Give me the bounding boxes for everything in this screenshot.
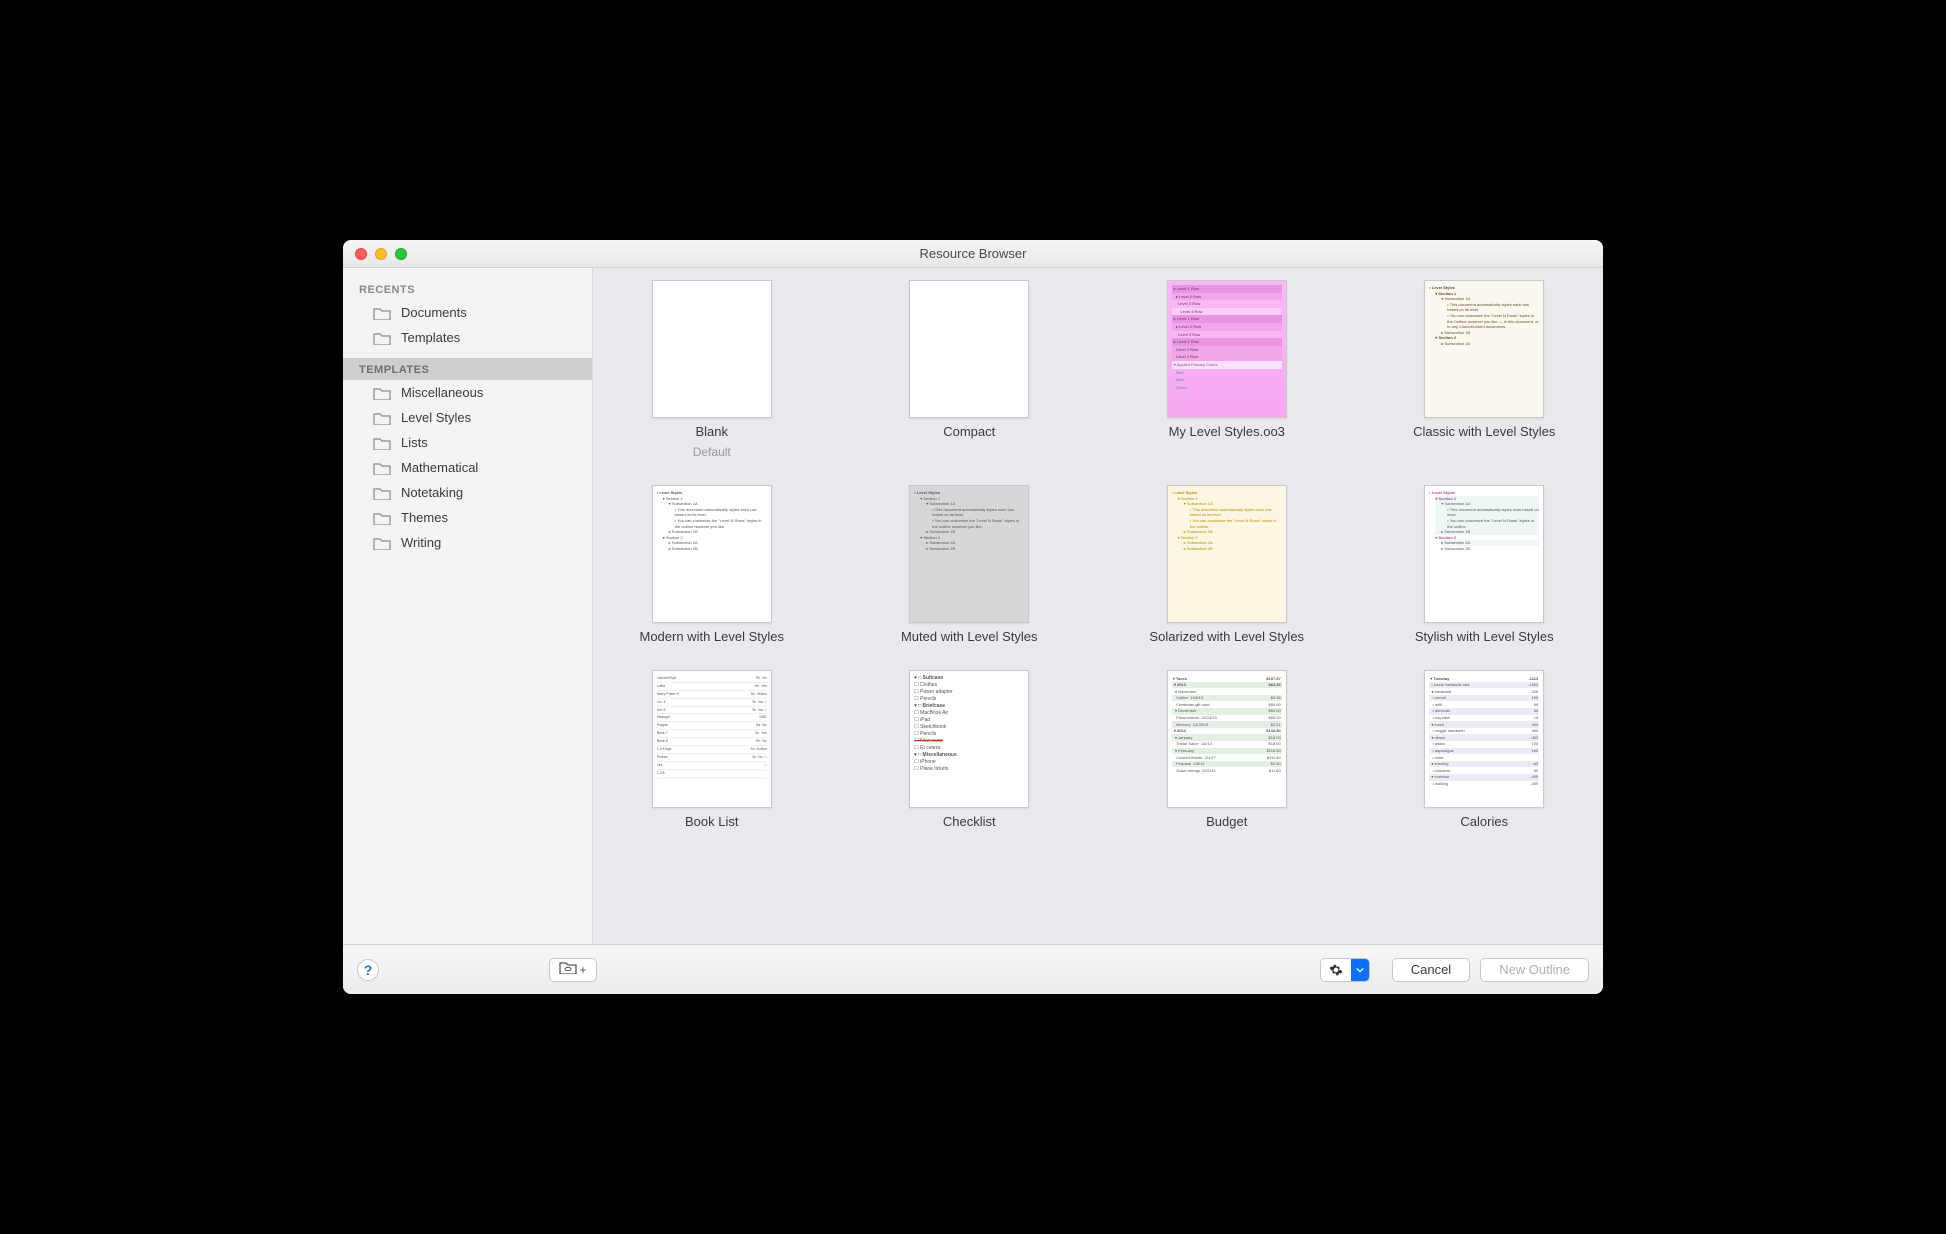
add-linked-folder-button[interactable]: +	[549, 958, 597, 982]
sidebar-item-level-styles[interactable]: Level Styles	[343, 405, 592, 430]
gear-icon	[1321, 959, 1351, 981]
template-label: Blank	[695, 424, 728, 439]
sidebar-item-label: Miscellaneous	[401, 385, 483, 400]
template-thumbnail: ▾ Taxes$197.87 ▾ 2013$63.36 ▾ November C…	[1167, 670, 1287, 808]
template-thumbnail: • Level Styles ▾ Section 1 ▾ Subsection …	[909, 485, 1029, 623]
template-book-list[interactable]: Catcher/RyePb No LolitaHc Yes Harry Pott…	[613, 670, 811, 829]
template-compact[interactable]: Compact	[871, 280, 1069, 459]
template-thumbnail: ▸ Level 1 Row ▸ Level 2 Row Level 3 Row …	[1167, 280, 1287, 418]
sidebar-item-themes[interactable]: Themes	[343, 505, 592, 530]
sidebar-item-label: Writing	[401, 535, 441, 550]
template-modern-level-styles[interactable]: • Level Styles ▾ Section 1 ▾ Subsection …	[613, 485, 811, 644]
folder-icon	[373, 331, 391, 345]
template-thumbnail: Catcher/RyePb No LolitaHc Yes Harry Pott…	[652, 670, 772, 808]
sidebar-item-notetaking[interactable]: Notetaking	[343, 480, 592, 505]
template-budget[interactable]: ▾ Taxes$197.87 ▾ 2013$63.36 ▾ November C…	[1128, 670, 1326, 829]
zoom-window-button[interactable]	[395, 248, 407, 260]
folder-icon	[373, 411, 391, 425]
template-thumbnail: ▾ Tuesday-1113 • basal metabolic rate-18…	[1424, 670, 1544, 808]
template-label: Compact	[943, 424, 995, 439]
window-title: Resource Browser	[343, 246, 1603, 261]
sidebar-section-templates[interactable]: TEMPLATES	[343, 358, 592, 380]
template-thumbnail	[652, 280, 772, 418]
sidebar: RECENTS Documents Templates TEMPLATES Mi…	[343, 268, 593, 944]
sidebar-item-templates-recent[interactable]: Templates	[343, 325, 592, 350]
folder-icon	[373, 486, 391, 500]
sidebar-section-recents[interactable]: RECENTS	[343, 278, 592, 300]
sidebar-item-label: Mathematical	[401, 460, 478, 475]
sidebar-item-lists[interactable]: Lists	[343, 430, 592, 455]
folder-icon	[373, 536, 391, 550]
template-solarized-level-styles[interactable]: • Level Styles ▾ Section 1 ▾ Subsection …	[1128, 485, 1326, 644]
help-icon: ?	[364, 962, 373, 978]
template-muted-level-styles[interactable]: • Level Styles ▾ Section 1 ▾ Subsection …	[871, 485, 1069, 644]
sidebar-item-writing[interactable]: Writing	[343, 530, 592, 555]
folder-icon	[373, 306, 391, 320]
template-thumbnail: • Level Styles ▾ Section 1 ▾ Subsection …	[1424, 280, 1544, 418]
template-classic-level-styles[interactable]: • Level Styles ▾ Section 1 ▾ Subsection …	[1386, 280, 1584, 459]
template-label: Classic with Level Styles	[1413, 424, 1555, 439]
sidebar-item-mathematical[interactable]: Mathematical	[343, 455, 592, 480]
template-stylish-level-styles[interactable]: • Level Styles ▾ Section 1 ▾ Subsection …	[1386, 485, 1584, 644]
action-menu-button[interactable]	[1320, 958, 1370, 982]
sidebar-item-label: Lists	[401, 435, 428, 450]
sidebar-item-documents[interactable]: Documents	[343, 300, 592, 325]
sidebar-item-label: Notetaking	[401, 485, 463, 500]
traffic-lights	[343, 248, 407, 260]
sidebar-item-label: Themes	[401, 510, 448, 525]
template-label: Budget	[1206, 814, 1247, 829]
cancel-button[interactable]: Cancel	[1392, 958, 1470, 982]
template-grid-area: Blank Default Compact ▸ Level 1 Row ▸ Le…	[593, 268, 1603, 944]
sidebar-item-label: Documents	[401, 305, 467, 320]
help-button[interactable]: ?	[357, 959, 379, 981]
template-checklist[interactable]: ▾ □ Suitcase Clothes Power adapter Penci…	[871, 670, 1069, 829]
template-my-level-styles[interactable]: ▸ Level 1 Row ▸ Level 2 Row Level 3 Row …	[1128, 280, 1326, 459]
template-blank[interactable]: Blank Default	[613, 280, 811, 459]
template-thumbnail: • Level Styles ▾ Section 1 ▾ Subsection …	[1167, 485, 1287, 623]
template-thumbnail: • Level Styles ▾ Section 1 ▾ Subsection …	[652, 485, 772, 623]
template-calories[interactable]: ▾ Tuesday-1113 • basal metabolic rate-18…	[1386, 670, 1584, 829]
resource-browser-window: Resource Browser RECENTS Documents Templ…	[343, 240, 1603, 994]
folder-icon	[373, 386, 391, 400]
new-outline-button[interactable]: New Outline	[1480, 958, 1589, 982]
template-thumbnail: ▾ □ Suitcase Clothes Power adapter Penci…	[909, 670, 1029, 808]
template-sublabel: Default	[693, 445, 731, 459]
window-body: RECENTS Documents Templates TEMPLATES Mi…	[343, 268, 1603, 944]
template-thumbnail	[909, 280, 1029, 418]
template-grid: Blank Default Compact ▸ Level 1 Row ▸ Le…	[613, 280, 1583, 829]
template-label: Checklist	[943, 814, 996, 829]
bottom-toolbar: ? + Cancel New Outline	[343, 944, 1603, 994]
minimize-window-button[interactable]	[375, 248, 387, 260]
folder-icon	[373, 436, 391, 450]
template-label: Modern with Level Styles	[639, 629, 784, 644]
template-label: Calories	[1460, 814, 1508, 829]
template-label: Book List	[685, 814, 738, 829]
folder-icon	[373, 511, 391, 525]
close-window-button[interactable]	[355, 248, 367, 260]
titlebar: Resource Browser	[343, 240, 1603, 268]
template-label: Muted with Level Styles	[901, 629, 1038, 644]
sidebar-item-label: Level Styles	[401, 410, 471, 425]
linked-folder-icon	[559, 960, 577, 979]
folder-icon	[373, 461, 391, 475]
template-thumbnail: • Level Styles ▾ Section 1 ▾ Subsection …	[1424, 485, 1544, 623]
chevron-down-icon	[1351, 959, 1369, 981]
sidebar-item-label: Templates	[401, 330, 460, 345]
template-label: My Level Styles.oo3	[1169, 424, 1285, 439]
template-label: Solarized with Level Styles	[1149, 629, 1304, 644]
template-label: Stylish with Level Styles	[1415, 629, 1554, 644]
sidebar-item-miscellaneous[interactable]: Miscellaneous	[343, 380, 592, 405]
plus-icon: +	[579, 963, 586, 977]
